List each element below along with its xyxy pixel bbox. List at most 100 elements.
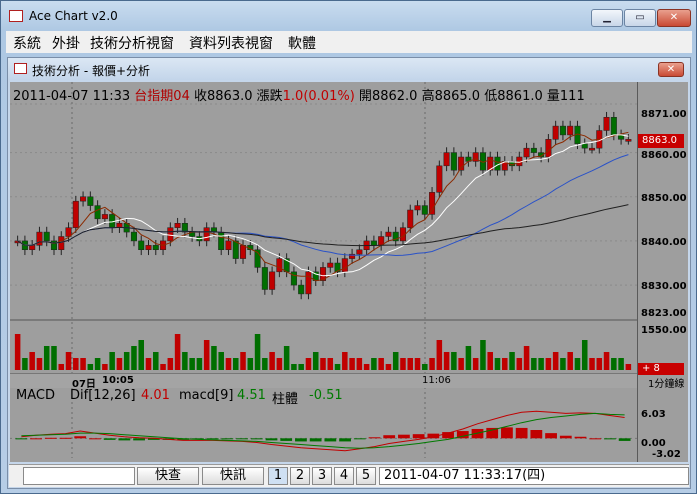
- candle-body: [72, 200, 79, 228]
- volume-bar: [436, 340, 443, 370]
- menu-bar: 系統 外掛 技術分析視窗 資料列表視窗 軟體: [6, 31, 692, 53]
- volume-bar: [29, 352, 35, 370]
- candle-body: [341, 258, 348, 273]
- volume-bar: [400, 358, 406, 370]
- maximize-button[interactable]: ▭: [624, 9, 656, 27]
- chart-panel[interactable]: 2011-04-07 11:33 台指期04 收8863.0 漲跌1.0(0.0…: [10, 82, 688, 462]
- volume-bar: [560, 358, 566, 370]
- candle-body: [436, 165, 443, 193]
- volume-bar: [254, 334, 261, 370]
- volume-bar: [443, 352, 450, 370]
- candle-body: [298, 284, 305, 295]
- candle-body: [58, 236, 65, 250]
- app-title: Ace Chart v2.0: [29, 9, 118, 23]
- volume-bar: [392, 352, 399, 370]
- volume-bar: [167, 358, 174, 370]
- volume-bar: [567, 352, 573, 370]
- price-tick: 8871.00: [641, 109, 687, 120]
- price-axis: 8871.00 8863.0 8860.00 8850.00 8840.00 8…: [637, 82, 688, 462]
- macd-hist-bar: [530, 430, 543, 439]
- menu-tech-analysis[interactable]: 技術分析視窗: [90, 33, 174, 53]
- change-label: 漲跌: [256, 89, 283, 104]
- menu-system[interactable]: 系統: [13, 33, 41, 53]
- high-label: 高: [421, 89, 435, 104]
- candle-body: [305, 271, 312, 295]
- volume-bar: [189, 358, 195, 370]
- macd-hist-bar: [574, 436, 587, 439]
- title-bar[interactable]: Ace Chart v2.0 ▁ ▭ ✕: [1, 1, 696, 31]
- volume-bar: [65, 352, 72, 370]
- macd-hist-bar: [44, 437, 57, 439]
- child-title-bar[interactable]: 技術分析 - 報價+分析 ✕: [8, 58, 690, 80]
- ma-long-line: [17, 154, 629, 257]
- volume-bar: [203, 340, 210, 370]
- volume-bar: [334, 364, 341, 370]
- clock-display: 2011-04-07 11:33:17(四): [379, 467, 689, 485]
- volume-bar: [276, 358, 283, 370]
- page-tab-4[interactable]: 4: [334, 467, 354, 485]
- candle-body: [530, 147, 537, 153]
- menu-data-list[interactable]: 資料列表視窗: [189, 33, 273, 53]
- volume-label: 量: [546, 89, 560, 104]
- volume-bar: [123, 352, 130, 370]
- low-value: 8861.0: [497, 89, 543, 104]
- volume-bar: [240, 352, 246, 370]
- page-tab-3[interactable]: 3: [312, 467, 332, 485]
- macd-name: MACD: [16, 388, 55, 403]
- volume-bar: [225, 358, 232, 370]
- volume-current-box: + 8: [638, 363, 684, 375]
- quote-datetime: 2011-04-07 11:33: [13, 89, 131, 104]
- page-tab-5[interactable]: 5: [356, 467, 376, 485]
- child-close-button[interactable]: ✕: [658, 62, 684, 77]
- news-button[interactable]: 快訊: [202, 467, 264, 485]
- volume-bar: [14, 334, 21, 370]
- volume-bar: [552, 352, 559, 370]
- macd-hist-bar: [206, 438, 219, 440]
- volume-bar: [58, 364, 65, 370]
- volume-bar: [523, 346, 530, 370]
- menu-software[interactable]: 軟體: [288, 33, 316, 53]
- macd-tick: 6.03: [641, 409, 666, 420]
- macd-hist-bar: [618, 438, 631, 441]
- price-tick: 8830.00: [641, 281, 687, 292]
- candle-body: [218, 231, 225, 250]
- volume-bar: [538, 358, 544, 370]
- macd-hist-bar: [545, 433, 557, 439]
- volume-bar: [516, 358, 523, 370]
- volume-bar: [494, 358, 501, 370]
- volume-bar: [363, 364, 370, 370]
- macd-hist-bar: [103, 438, 116, 440]
- candle-body: [101, 214, 108, 220]
- close-button[interactable]: ✕: [657, 9, 691, 27]
- minimize-button[interactable]: ▁: [591, 9, 623, 27]
- macd-hist-bar: [589, 438, 602, 440]
- menu-plugins[interactable]: 外掛: [52, 33, 80, 53]
- macd-hist-bar: [339, 438, 351, 442]
- macd-hist-bar: [133, 438, 145, 441]
- volume-bar: [196, 358, 203, 370]
- volume-bar: [545, 358, 552, 370]
- macd-hist-bar: [118, 438, 131, 441]
- volume-bar: [80, 358, 86, 370]
- candle-body: [203, 227, 210, 242]
- macd-hist-bar: [353, 438, 366, 440]
- volume-bar: [182, 352, 188, 370]
- volume-bar: [269, 352, 275, 370]
- macd-hist-bar: [59, 437, 72, 439]
- candle-body: [29, 245, 36, 250]
- candle-body: [407, 209, 414, 228]
- volume-bar: [429, 358, 435, 370]
- macd-hist-bar: [604, 438, 616, 440]
- page-tab-1[interactable]: 1: [268, 467, 288, 485]
- page-tab-2[interactable]: 2: [290, 467, 310, 485]
- symbol-input[interactable]: [23, 467, 135, 485]
- quick-search-button[interactable]: 快查: [137, 467, 199, 485]
- volume-bar: [138, 340, 144, 370]
- volume-bar: [625, 364, 632, 370]
- candle-body: [450, 152, 457, 171]
- volume-bar: [502, 358, 508, 370]
- volume-bar: [174, 334, 181, 370]
- price-tick: 8850.00: [641, 193, 687, 204]
- macd-hist-bar: [501, 427, 513, 439]
- volume-bar: [51, 346, 57, 370]
